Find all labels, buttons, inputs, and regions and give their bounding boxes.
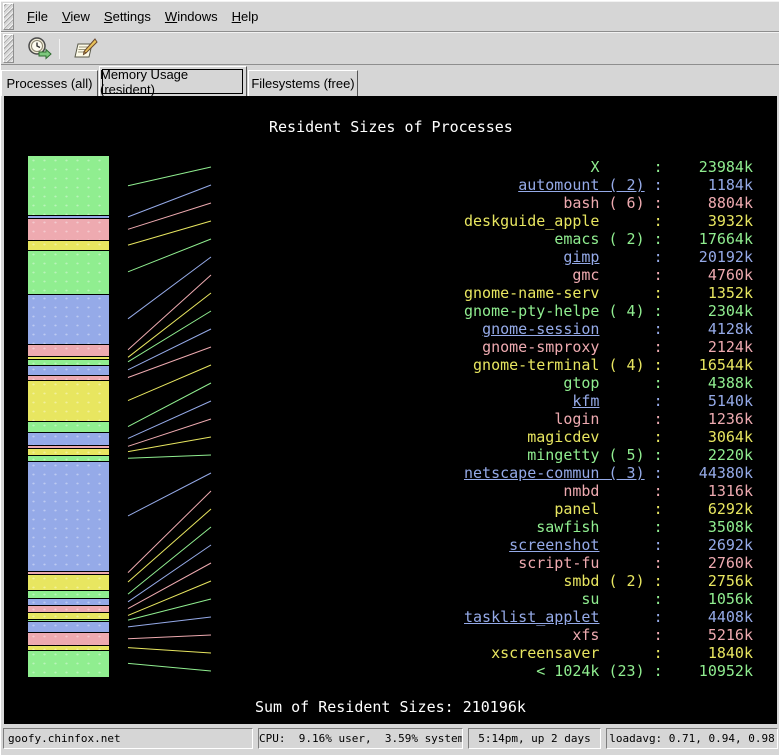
leader-line — [128, 648, 211, 653]
process-row: gnome-session : 4128k — [464, 320, 753, 338]
tab-memory-usage[interactable]: Memory Usage (resident) — [99, 66, 247, 96]
leader-line — [128, 167, 211, 186]
process-row: netscape-commun ( 3) : 44380k — [464, 464, 753, 482]
leader-line — [128, 455, 211, 458]
process-row: gnome-name-serv : 1352k — [464, 284, 753, 302]
process-row: sawfish : 3508k — [464, 518, 753, 536]
process-row: kfm : 5140k — [464, 392, 753, 410]
process-row: gnome-terminal ( 4) : 16544k — [464, 356, 753, 374]
process-row: gmc : 4760k — [464, 266, 753, 284]
leader-line — [128, 663, 211, 671]
process-list: X : 23984k automount ( 2) : 1184k bash (… — [464, 158, 753, 680]
leader-line — [128, 311, 211, 362]
status-loadavg: loadavg: 0.71, 0.94, 0.98 — [606, 728, 778, 749]
status-hostname: goofy.chinfox.net — [3, 728, 253, 749]
process-row: script-fu : 2760k — [464, 554, 753, 572]
leader-line — [128, 185, 211, 217]
status-cpu: CPU: 9.16% user, 3.59% system — [258, 728, 463, 749]
leader-line — [128, 509, 211, 582]
process-row: nmbd : 1316k — [464, 482, 753, 500]
process-row: smbd ( 2) : 2756k — [464, 572, 753, 590]
process-row: gimp : 20192k — [464, 248, 753, 266]
process-row: login : 1236k — [464, 410, 753, 428]
leader-line — [128, 275, 211, 350]
tab-filesystems[interactable]: Filesystems (free) — [248, 70, 358, 96]
process-row: magicdev : 3064k — [464, 428, 753, 446]
process-row: gnome-smproxy : 2124k — [464, 338, 753, 356]
leader-line — [128, 437, 211, 452]
timer-run-button[interactable] — [24, 35, 54, 63]
process-row: su : 1056k — [464, 590, 753, 608]
process-row: deskguide_apple : 3932k — [464, 212, 753, 230]
tab-label: Filesystems (free) — [251, 76, 354, 91]
menu-help[interactable]: Help — [232, 9, 259, 24]
process-row: gnome-pty-helpe ( 4) : 2304k — [464, 302, 753, 320]
leader-line — [128, 635, 211, 639]
tab-processes[interactable]: Processes (all) — [1, 70, 98, 96]
process-row: gtop : 4388k — [464, 374, 753, 392]
process-row: xfs : 5216k — [464, 626, 753, 644]
edit-properties-button[interactable] — [71, 35, 101, 63]
process-row: X : 23984k — [464, 158, 753, 176]
menubar-grip-handle[interactable] — [3, 3, 14, 30]
leader-line — [128, 347, 211, 378]
sum-of-resident-sizes: Sum of Resident Sizes: 210196k — [255, 698, 526, 716]
timer-run-icon — [26, 36, 52, 62]
tab-focus-rect — [102, 69, 243, 94]
menu-file[interactable]: File — [27, 9, 48, 24]
leader-line — [128, 545, 211, 602]
status-uptime: 5:14pm, up 2 days — [468, 728, 601, 749]
memory-usage-chart: Resident Sizes of Processes X : 23984k a… — [4, 96, 777, 724]
process-row: emacs ( 2) : 17664k — [464, 230, 753, 248]
leader-line — [128, 329, 211, 370]
process-row: < 1024k (23) : 10952k — [464, 662, 753, 680]
menu-bar: File View Settings Windows Help — [1, 1, 779, 32]
tab-bar: Processes (all) Memory Usage (resident) … — [1, 65, 779, 96]
process-row: screenshot : 2692k — [464, 536, 753, 554]
process-row: mingetty ( 5) : 2220k — [464, 446, 753, 464]
leader-line — [128, 617, 211, 627]
edit-properties-icon — [73, 36, 99, 62]
gtop-window: { "menu": { "items": ["File", "View", "S… — [0, 0, 779, 755]
menu-windows[interactable]: Windows — [165, 9, 218, 24]
process-row: xscreensaver : 1840k — [464, 644, 753, 662]
toolbar-separator — [59, 39, 60, 59]
leader-line — [128, 257, 211, 319]
toolbar — [1, 32, 779, 65]
status-bar: goofy.chinfox.net CPU: 9.16% user, 3.59%… — [1, 727, 779, 751]
leader-line — [128, 473, 211, 516]
process-row: panel : 6292k — [464, 500, 753, 518]
process-row: bash ( 6) : 8804k — [464, 194, 753, 212]
process-row: tasklist_applet : 4408k — [464, 608, 753, 626]
tab-label: Processes (all) — [7, 76, 93, 91]
leader-line — [128, 293, 211, 357]
menu-settings[interactable]: Settings — [104, 9, 151, 24]
leader-line — [128, 221, 211, 245]
leader-line — [128, 365, 211, 401]
toolbar-grip-handle[interactable] — [3, 34, 14, 63]
menu-view[interactable]: View — [62, 9, 90, 24]
leader-line — [128, 203, 211, 229]
process-row: automount ( 2) : 1184k — [464, 176, 753, 194]
